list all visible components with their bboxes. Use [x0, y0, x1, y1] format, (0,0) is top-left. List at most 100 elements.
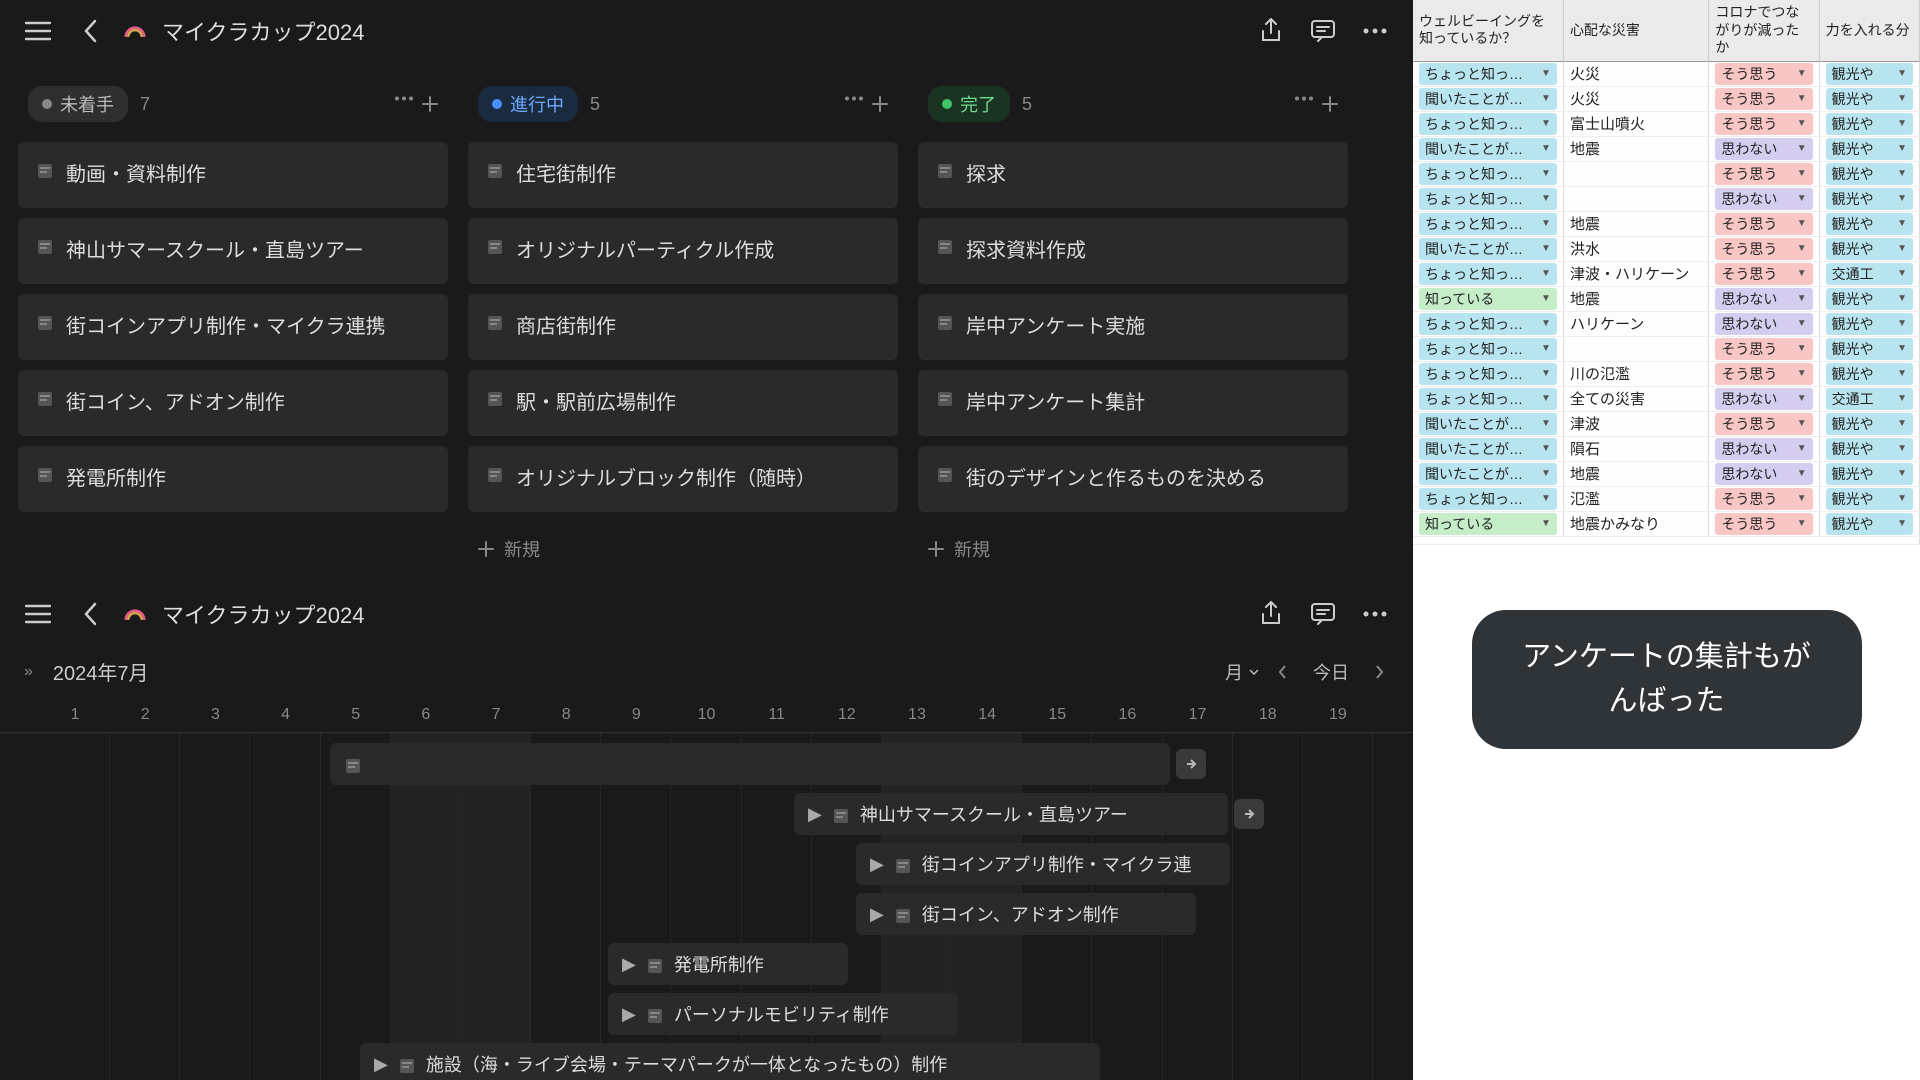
tag-cell[interactable]: そう思う▼: [1715, 338, 1812, 360]
tag-cell[interactable]: 観光や▼: [1826, 413, 1913, 435]
status-pill[interactable]: 完了: [928, 86, 1010, 122]
column-more-icon[interactable]: [1294, 96, 1314, 112]
tag-cell[interactable]: 思わない▼: [1715, 288, 1812, 310]
tag-cell[interactable]: そう思う▼: [1715, 513, 1812, 535]
tag-cell[interactable]: 観光や▼: [1826, 63, 1913, 85]
table-row[interactable]: ちょっと知っ…▼火災そう思う▼観光や▼: [1413, 61, 1920, 86]
table-row[interactable]: 聞いたことが…▼地震思わない▼観光や▼: [1413, 136, 1920, 161]
cell[interactable]: [1563, 186, 1708, 211]
menu-icon[interactable]: [20, 13, 56, 49]
table-row[interactable]: ちょっと知っ…▼氾濫そう思う▼観光や▼: [1413, 486, 1920, 511]
cell[interactable]: 地震かみなり: [1563, 511, 1708, 536]
cell[interactable]: 地震: [1563, 136, 1708, 161]
table-row[interactable]: 知っている▼地震思わない▼観光や▼: [1413, 286, 1920, 311]
tag-cell[interactable]: 思わない▼: [1715, 438, 1812, 460]
timeline-bar[interactable]: ▶パーソナルモビリティ制作: [608, 993, 958, 1035]
table-row[interactable]: ちょっと知っ…▼ そう思う▼ 観光や▼: [1413, 336, 1920, 361]
tag-cell[interactable]: 思わない▼: [1715, 463, 1812, 485]
tag-cell[interactable]: ちょっと知っ…▼: [1419, 338, 1557, 360]
sheet-header[interactable]: コロナでつながりが減ったか: [1709, 0, 1819, 61]
kanban-card[interactable]: 街コインアプリ制作・マイクラ連携: [18, 294, 448, 360]
continue-arrow-icon[interactable]: [1234, 799, 1264, 829]
kanban-card[interactable]: 街のデザインと作るものを決める: [918, 446, 1348, 512]
tag-cell[interactable]: ちょっと知っ…▼: [1419, 113, 1557, 135]
table-row[interactable]: ちょっと知っ…▼ 地震そう思う▼ 観光や▼: [1413, 211, 1920, 236]
share-icon[interactable]: [1253, 13, 1289, 49]
column-more-icon[interactable]: [394, 96, 414, 112]
sheet-header[interactable]: 力を入れる分: [1819, 0, 1919, 61]
comment-icon[interactable]: [1305, 596, 1341, 632]
prev-arrow-icon[interactable]: [1273, 664, 1291, 680]
cell[interactable]: 地震: [1563, 211, 1708, 236]
tag-cell[interactable]: 思わない▼: [1715, 313, 1812, 335]
table-row[interactable]: ちょっと知っ…▼そう思う▼観光や▼: [1413, 161, 1920, 186]
tag-cell[interactable]: ちょっと知っ…▼: [1419, 163, 1557, 185]
timeline-body[interactable]: ▶神山サマースクール・直島ツアー▶街コインアプリ制作・マイクラ連▶街コイン、アド…: [0, 733, 1413, 1080]
more-icon[interactable]: [1357, 596, 1393, 632]
table-row[interactable]: ちょっと知っ…▼富士山噴火そう思う▼観光や▼: [1413, 111, 1920, 136]
tag-cell[interactable]: 観光や▼: [1826, 463, 1913, 485]
kanban-card[interactable]: 神山サマースクール・直島ツアー: [18, 218, 448, 284]
timeline-bar[interactable]: ▶発電所制作: [608, 943, 848, 985]
status-pill[interactable]: 未着手: [28, 86, 128, 122]
tag-cell[interactable]: ちょっと知っ…▼: [1419, 188, 1557, 210]
tag-cell[interactable]: そう思う▼: [1715, 163, 1812, 185]
tag-cell[interactable]: ちょっと知っ…▼: [1419, 213, 1557, 235]
kanban-card[interactable]: オリジナルブロック制作（随時）: [468, 446, 898, 512]
tag-cell[interactable]: そう思う▼: [1715, 213, 1812, 235]
tag-cell[interactable]: 聞いたことが…▼: [1419, 138, 1557, 160]
kanban-card[interactable]: 商店街制作: [468, 294, 898, 360]
column-add-icon[interactable]: [422, 96, 438, 112]
tag-cell[interactable]: 聞いたことが…▼: [1419, 238, 1557, 260]
collapse-icon[interactable]: ▶: [622, 1004, 636, 1025]
spreadsheet[interactable]: ウェルビーイングを知っているか？心配な災害コロナでつながりが減ったか力を入れる分…: [1413, 0, 1920, 545]
cell[interactable]: 氾濫: [1563, 486, 1708, 511]
tag-cell[interactable]: 観光や▼: [1826, 363, 1913, 385]
kanban-card[interactable]: オリジナルパーティクル作成: [468, 218, 898, 284]
tag-cell[interactable]: ちょっと知っ…▼: [1419, 488, 1557, 510]
tag-cell[interactable]: そう思う▼: [1715, 238, 1812, 260]
table-row[interactable]: 知っている▼地震かみなりそう思う▼観光や▼: [1413, 511, 1920, 536]
tag-cell[interactable]: 聞いたことが…▼: [1419, 413, 1557, 435]
more-icon[interactable]: [1357, 13, 1393, 49]
table-row[interactable]: ちょっと知っ…▼思わない▼観光や▼: [1413, 186, 1920, 211]
tag-cell[interactable]: 聞いたことが…▼: [1419, 463, 1557, 485]
add-card-button[interactable]: 新規: [918, 522, 1348, 576]
next-arrow-icon[interactable]: [1371, 664, 1389, 680]
kanban-card[interactable]: 探求資料作成: [918, 218, 1348, 284]
tag-cell[interactable]: 観光や▼: [1826, 313, 1913, 335]
kanban-card[interactable]: 発電所制作: [18, 446, 448, 512]
cell[interactable]: 洪水: [1563, 236, 1708, 261]
cell[interactable]: [1563, 336, 1708, 361]
table-row[interactable]: ちょっと知っ…▼津波・ハリケーンそう思う▼交通工▼: [1413, 261, 1920, 286]
tag-cell[interactable]: 観光や▼: [1826, 213, 1913, 235]
tag-cell[interactable]: そう思う▼: [1715, 113, 1812, 135]
tag-cell[interactable]: そう思う▼: [1715, 413, 1812, 435]
status-pill[interactable]: 進行中: [478, 86, 578, 122]
tag-cell[interactable]: 観光や▼: [1826, 288, 1913, 310]
kanban-card[interactable]: 駅・駅前広場制作: [468, 370, 898, 436]
table-row[interactable]: ちょっと知っ…▼川の氾濫そう思う▼観光や▼: [1413, 361, 1920, 386]
back-icon[interactable]: [72, 13, 108, 49]
tag-cell[interactable]: 観光や▼: [1826, 438, 1913, 460]
kanban-card[interactable]: 動画・資料制作: [18, 142, 448, 208]
table-row[interactable]: 聞いたことが…▼洪水そう思う▼観光や▼: [1413, 236, 1920, 261]
add-card-button[interactable]: 新規: [468, 522, 898, 576]
expand-icon[interactable]: »: [24, 663, 33, 681]
collapse-icon[interactable]: ▶: [622, 954, 636, 975]
collapse-icon[interactable]: ▶: [870, 904, 884, 925]
tag-cell[interactable]: そう思う▼: [1715, 263, 1812, 285]
tag-cell[interactable]: 知っている▼: [1419, 513, 1557, 535]
tag-cell[interactable]: ちょっと知っ…▼: [1419, 313, 1557, 335]
menu-icon[interactable]: [20, 596, 56, 632]
cell[interactable]: 地震: [1563, 286, 1708, 311]
sheet-header[interactable]: ウェルビーイングを知っているか？: [1413, 0, 1563, 61]
tag-cell[interactable]: 観光や▼: [1826, 138, 1913, 160]
kanban-card[interactable]: 岸中アンケート集計: [918, 370, 1348, 436]
column-more-icon[interactable]: [844, 96, 864, 112]
table-row[interactable]: ちょっと知っ…▼ハリケーン思わない▼観光や▼: [1413, 311, 1920, 336]
tag-cell[interactable]: そう思う▼: [1715, 63, 1812, 85]
tag-cell[interactable]: 交通工▼: [1826, 388, 1913, 410]
tag-cell[interactable]: 観光や▼: [1826, 338, 1913, 360]
kanban-card[interactable]: 住宅街制作: [468, 142, 898, 208]
